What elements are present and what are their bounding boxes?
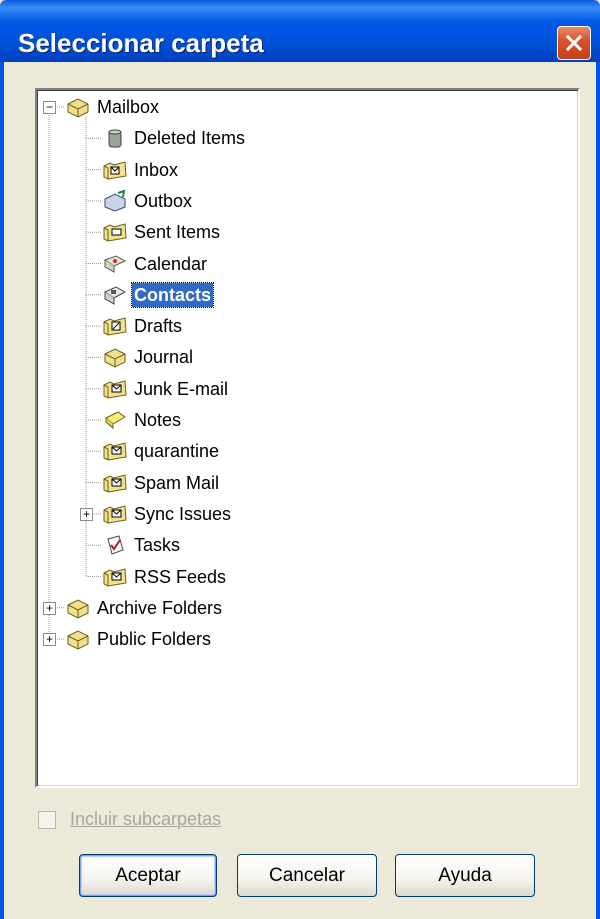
- tree-item[interactable]: Inbox: [132, 158, 180, 182]
- folder-tree[interactable]: − Mailbox Deleted Items Inbox Outbox Sen…: [35, 88, 580, 788]
- mail-folder-icon: [102, 471, 128, 495]
- tree-item-label: quarantine: [134, 441, 220, 462]
- inbox-icon: [102, 158, 128, 182]
- tree-item[interactable]: Public Folders: [95, 627, 213, 651]
- mailbox-icon: [65, 596, 91, 620]
- tree-item[interactable]: Junk E-mail: [132, 377, 230, 401]
- tree-item[interactable]: Notes: [132, 408, 183, 432]
- drafts-icon: [102, 314, 128, 338]
- window-title: Seleccionar carpeta: [18, 28, 264, 58]
- tree-item-label: Junk E-mail: [134, 378, 229, 399]
- tree-item-label: Deleted Items: [134, 128, 246, 149]
- tree-item[interactable]: Sync Issues: [132, 502, 233, 526]
- expand-toggle[interactable]: +: [43, 633, 56, 647]
- contacts-icon: [102, 283, 128, 307]
- tree-item[interactable]: quarantine: [132, 439, 221, 463]
- tree-item-label: Sync Issues: [134, 503, 232, 524]
- tree-item[interactable]: Calendar: [132, 252, 209, 276]
- tree-item[interactable]: Journal: [132, 345, 195, 369]
- sent-folder-icon: [102, 220, 128, 244]
- tree-item-label: Spam Mail: [134, 472, 220, 493]
- tree-item[interactable]: Deleted Items: [132, 126, 247, 150]
- include-subfolders-label: Incluir subcarpetas: [70, 809, 222, 829]
- expand-toggle[interactable]: +: [43, 601, 56, 615]
- tree-item[interactable]: Sent Items: [132, 220, 222, 244]
- expand-toggle[interactable]: +: [80, 507, 93, 521]
- tree-item-label: Archive Folders: [97, 597, 223, 618]
- tasks-icon: [102, 533, 128, 557]
- mailbox-icon: [65, 627, 91, 651]
- tree-item[interactable]: Drafts: [132, 314, 184, 338]
- close-button[interactable]: [557, 26, 591, 60]
- ok-button[interactable]: Aceptar: [79, 854, 217, 897]
- include-subfolders-checkbox[interactable]: [38, 810, 56, 829]
- tree-item[interactable]: Mailbox: [95, 95, 161, 119]
- tree-item-label: Outbox: [134, 190, 193, 211]
- collapse-toggle[interactable]: −: [43, 101, 56, 114]
- title-bar: Seleccionar carpeta: [0, 0, 600, 62]
- help-button[interactable]: Ayuda: [395, 854, 535, 897]
- tree-item[interactable]: Contacts: [130, 281, 215, 308]
- tree-item-label: Contacts: [130, 281, 215, 308]
- tree-item-label: Journal: [134, 347, 194, 368]
- mail-folder-icon: [102, 565, 128, 589]
- tree-item-label: Notes: [134, 410, 182, 430]
- include-subfolders-option[interactable]: Incluir subcarpetas: [38, 809, 221, 830]
- calendar-icon: [102, 252, 128, 276]
- tree-item[interactable]: Archive Folders: [95, 596, 224, 620]
- trash-folder-icon: [102, 126, 128, 150]
- tree-item-label: Drafts: [134, 316, 183, 337]
- tree-item-label: Calendar: [134, 253, 208, 274]
- tree-item-label: Sent Items: [134, 222, 221, 243]
- tree-item-label: RSS Feeds: [134, 566, 227, 587]
- journal-icon: [102, 345, 128, 369]
- cancel-button[interactable]: Cancelar: [237, 854, 377, 897]
- notes-icon: [102, 408, 128, 432]
- mail-folder-icon: [102, 439, 128, 463]
- mail-folder-icon: [102, 502, 128, 526]
- mailbox-icon: [65, 95, 91, 119]
- close-icon: [565, 34, 583, 52]
- mail-folder-icon: [102, 377, 128, 401]
- tree-item[interactable]: RSS Feeds: [132, 565, 228, 589]
- tree-item-label: Mailbox: [97, 97, 160, 117]
- tree-item[interactable]: Spam Mail: [132, 471, 221, 495]
- tree-item-label: Tasks: [134, 535, 181, 556]
- tree-item-label: Public Folders: [97, 629, 212, 650]
- tree-item[interactable]: Tasks: [132, 533, 182, 557]
- outbox-icon: [102, 189, 128, 213]
- tree-item-label: Inbox: [134, 159, 179, 180]
- tree-item[interactable]: Outbox: [132, 189, 194, 213]
